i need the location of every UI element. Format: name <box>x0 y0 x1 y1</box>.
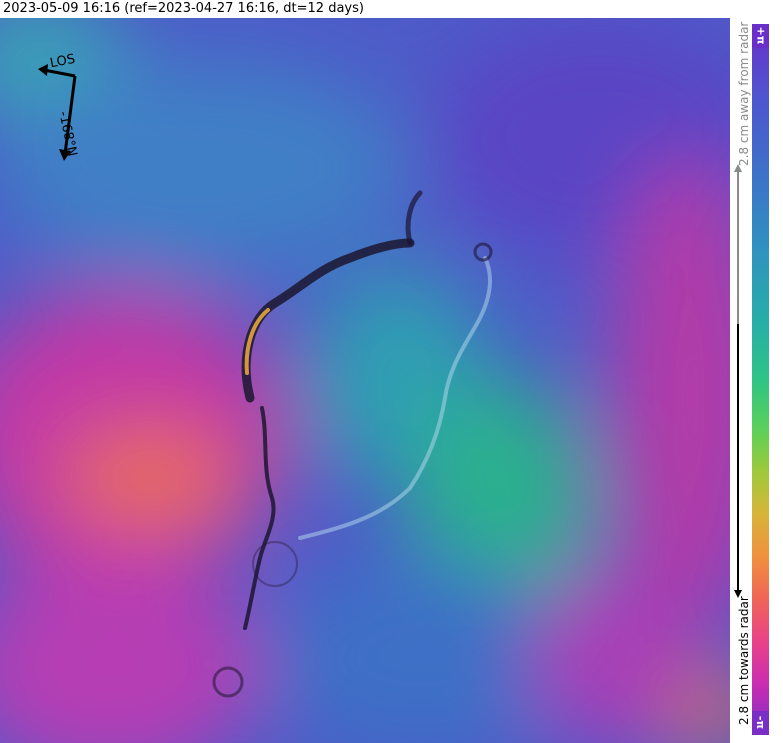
away-arrowhead-icon <box>734 164 742 172</box>
interferogram-map[interactable]: LOS -168°N <box>0 18 730 743</box>
colorbar-panel: 2.8 cm away from radar 2.8 cm towards ra… <box>730 18 783 743</box>
phase-colorbar: +π -π <box>752 24 769 735</box>
colorbar-min-label: -π <box>752 711 769 735</box>
interferogram-canvas <box>0 18 730 743</box>
image-title: 2023-05-09 16:16 (ref=2023-04-27 16:16, … <box>3 1 364 16</box>
colorbar-max-label: +π <box>752 24 769 48</box>
header-bar: 2023-05-09 16:16 (ref=2023-04-27 16:16, … <box>0 0 783 18</box>
los-compass: LOS -168°N <box>30 52 100 164</box>
towards-arrow-icon <box>737 324 739 592</box>
phase-field <box>0 18 730 743</box>
